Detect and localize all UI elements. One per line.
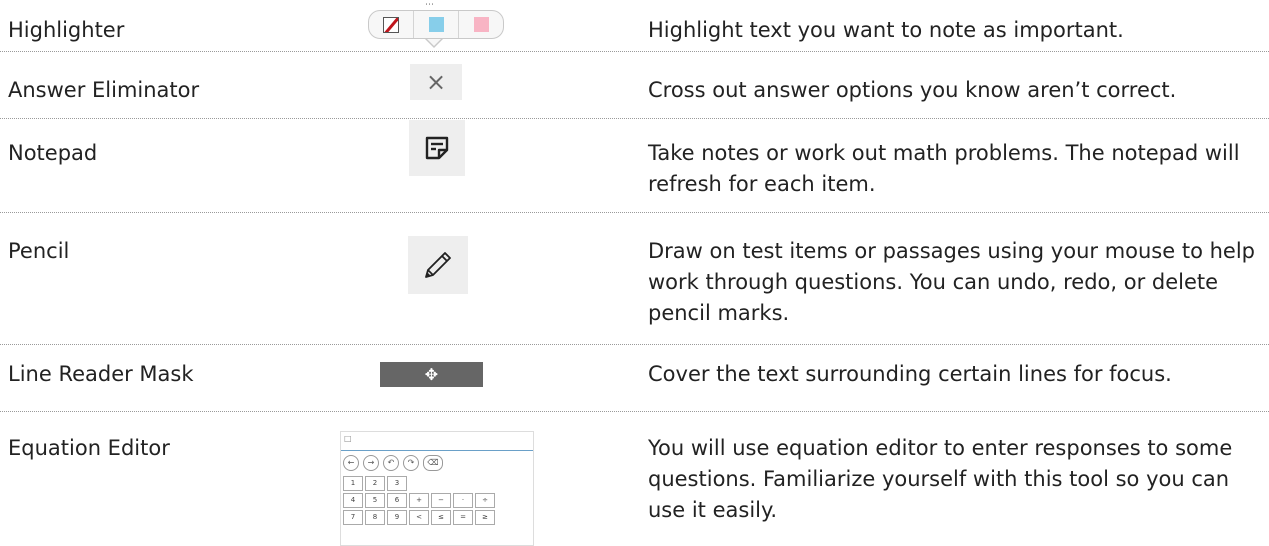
key-2[interactable]: 2 [365, 476, 385, 491]
equation-input[interactable]: □ [341, 432, 533, 451]
redo-icon[interactable]: ↷ [403, 455, 419, 471]
close-icon: × [425, 68, 447, 96]
key-6[interactable]: 6 [387, 493, 407, 508]
move-icon: ✥ [424, 365, 439, 384]
highlighter-clear-button[interactable] [369, 11, 413, 38]
right-arrow-icon[interactable]: → [363, 455, 379, 471]
notepad-icon [425, 136, 449, 160]
tool-row-line-reader: Line Reader Mask ✥ Cover the text surrou… [0, 344, 1269, 412]
key-greater-equal[interactable]: ≥ [475, 510, 495, 525]
highlighter-blue-button[interactable] [413, 11, 458, 38]
key-divide[interactable]: ÷ [475, 493, 495, 508]
key-equal[interactable]: = [453, 510, 473, 525]
key-8[interactable]: 8 [365, 510, 385, 525]
caret [426, 38, 442, 46]
key-3[interactable]: 3 [387, 476, 407, 491]
tool-row-equation-editor: Equation Editor □ ← → ↶ ↷ ⌫ 1 2 3 4 5 6 [0, 411, 1269, 546]
equation-nav-buttons: ← → ↶ ↷ ⌫ [341, 451, 533, 474]
tool-description: Take notes or work out math problems. Th… [648, 141, 1240, 196]
tool-row-notepad: Notepad Take notes or work out math prob… [0, 118, 1269, 213]
key-7[interactable]: 7 [343, 510, 363, 525]
key-dot[interactable]: · [453, 493, 473, 508]
pencil-button[interactable] [408, 236, 468, 294]
eliminator-button[interactable]: × [410, 64, 462, 100]
key-4[interactable]: 4 [343, 493, 363, 508]
blue-swatch-icon [428, 17, 444, 32]
left-arrow-icon[interactable]: ← [343, 455, 359, 471]
tool-row-highlighter: Highlighter ⋯ Highlight text you want to… [0, 0, 1269, 52]
backspace-icon[interactable]: ⌫ [423, 455, 443, 471]
tool-row-eliminator: Answer Eliminator × Cross out answer opt… [0, 51, 1269, 119]
pen-clear-icon [383, 16, 399, 33]
tool-name: Line Reader Mask [8, 362, 194, 386]
key-less[interactable]: < [409, 510, 429, 525]
key-9[interactable]: 9 [387, 510, 407, 525]
key-5[interactable]: 5 [365, 493, 385, 508]
drag-handle-icon[interactable]: ⋯ [425, 1, 434, 10]
pink-swatch-icon [473, 17, 489, 32]
key-minus[interactable]: − [431, 493, 451, 508]
tool-description: Cover the text surrounding certain lines… [648, 362, 1172, 386]
notepad-button[interactable] [409, 120, 465, 176]
tool-name: Highlighter [8, 18, 125, 42]
tool-name: Pencil [8, 239, 70, 263]
key-1[interactable]: 1 [343, 476, 363, 491]
line-reader-mask[interactable]: ✥ [380, 362, 483, 387]
tool-description: Highlight text you want to note as impor… [648, 18, 1124, 42]
tool-description: You will use equation editor to enter re… [648, 436, 1233, 522]
highlighter-pink-button[interactable] [458, 11, 503, 38]
tool-description: Cross out answer options you know aren’t… [648, 78, 1177, 102]
undo-icon[interactable]: ↶ [383, 455, 399, 471]
tool-name: Equation Editor [8, 436, 170, 460]
tools-table: Highlighter ⋯ Highlight text you want to… [0, 0, 1269, 546]
tool-row-pencil: Pencil Draw on test items or passages us… [0, 212, 1269, 345]
key-plus[interactable]: + [409, 493, 429, 508]
tool-name: Notepad [8, 141, 98, 165]
highlighter-toolbar [368, 10, 504, 39]
equation-keypad: 1 2 3 4 5 6 + − · ÷ 7 8 9 < ≤ = ≥ [341, 474, 533, 529]
tool-description: Draw on test items or passages using you… [648, 239, 1255, 325]
key-less-equal[interactable]: ≤ [431, 510, 451, 525]
tool-name: Answer Eliminator [8, 78, 200, 102]
pencil-icon [425, 252, 451, 278]
